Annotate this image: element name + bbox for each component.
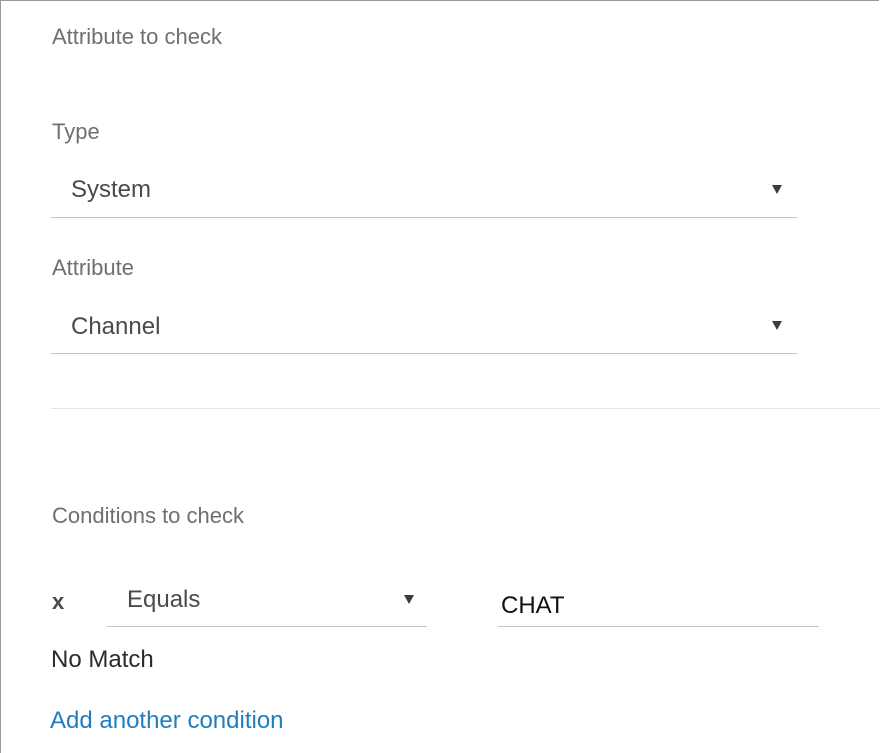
attribute-select[interactable]: Channel — [51, 303, 797, 354]
condition-operator-select[interactable]: Equals — [107, 581, 427, 627]
section-divider — [51, 408, 880, 409]
attribute-select-value: Channel — [71, 313, 161, 340]
type-select[interactable]: System — [51, 167, 797, 218]
condition-value-input[interactable] — [498, 585, 819, 627]
remove-condition-icon[interactable]: x — [52, 589, 64, 615]
attribute-label: Attribute — [52, 255, 134, 280]
condition-operator-value: Equals — [127, 586, 201, 613]
attribute-section-heading: Attribute to check — [52, 24, 222, 49]
type-label: Type — [52, 119, 100, 144]
caret-down-icon — [404, 595, 414, 604]
check-attribute-panel: Attribute to check Type System Attribute… — [0, 0, 880, 753]
caret-down-icon — [772, 321, 782, 330]
caret-down-icon — [772, 185, 782, 194]
type-select-value: System — [71, 176, 152, 203]
add-condition-link[interactable]: Add another condition — [50, 707, 284, 735]
no-match-label: No Match — [51, 646, 154, 673]
conditions-section-heading: Conditions to check — [52, 503, 244, 528]
